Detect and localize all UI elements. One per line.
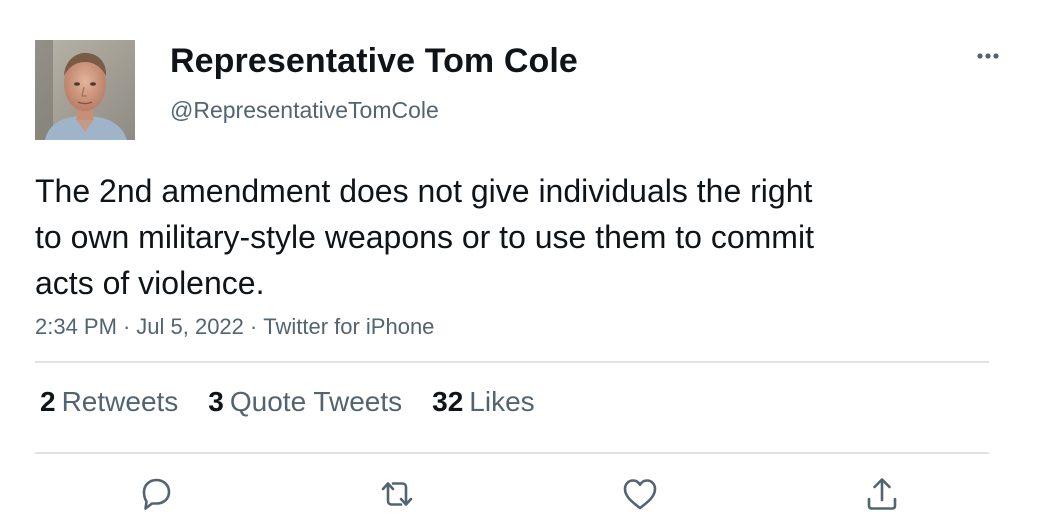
- share-button[interactable]: [860, 472, 904, 516]
- tweet-stats: 2 Retweets 3 Quote Tweets 32 Likes: [40, 386, 535, 418]
- tweet-text: The 2nd amendment does not give individu…: [35, 173, 814, 301]
- likes-count: 32: [432, 386, 464, 417]
- tweet-time[interactable]: 2:34 PM: [35, 314, 117, 339]
- meta-separator: ·: [249, 314, 258, 339]
- quote-tweets-stat[interactable]: 3 Quote Tweets: [208, 386, 402, 418]
- author-name[interactable]: Representative Tom Cole: [170, 42, 578, 81]
- likes-stat[interactable]: 32 Likes: [432, 386, 535, 418]
- author-handle[interactable]: @RepresentativeTomCole: [170, 97, 439, 124]
- tweet-card: Representative Tom Cole @RepresentativeT…: [0, 0, 1050, 525]
- likes-label: Likes: [469, 386, 535, 417]
- share-icon: [867, 478, 897, 510]
- divider: [35, 452, 989, 454]
- divider: [35, 361, 989, 363]
- retweet-icon: [381, 482, 413, 506]
- retweets-count: 2: [40, 386, 56, 417]
- quote-tweets-label: Quote Tweets: [229, 386, 403, 417]
- more-options-button[interactable]: [968, 38, 1008, 74]
- quote-tweets-count: 3: [208, 386, 224, 417]
- reply-icon: [142, 478, 171, 510]
- tweet-meta: 2:34 PM · Jul 5, 2022 · Twitter for iPhone: [35, 314, 434, 340]
- tweet-date[interactable]: Jul 5, 2022: [136, 314, 244, 339]
- like-icon: [623, 479, 657, 510]
- tweet-source[interactable]: Twitter for iPhone: [263, 314, 434, 339]
- more-options-icon: [977, 53, 999, 59]
- like-button[interactable]: [618, 472, 662, 516]
- retweets-stat[interactable]: 2 Retweets: [40, 386, 178, 418]
- retweet-button[interactable]: [375, 472, 419, 516]
- avatar[interactable]: [35, 40, 135, 140]
- meta-separator: ·: [122, 314, 131, 339]
- reply-button[interactable]: [134, 472, 178, 516]
- retweets-label: Retweets: [61, 386, 179, 417]
- profile-photo-icon: [35, 40, 135, 140]
